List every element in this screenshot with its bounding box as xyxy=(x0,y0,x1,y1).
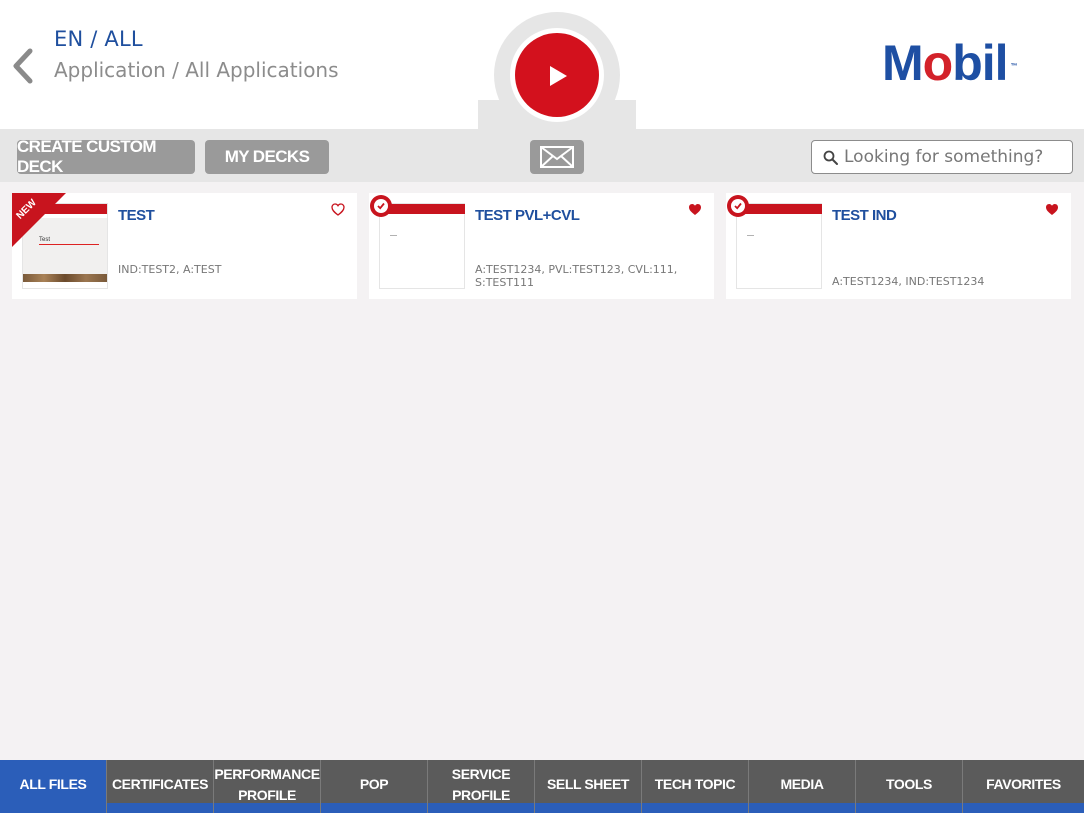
check-icon xyxy=(734,202,742,210)
card-title: TEST PVL+CVL xyxy=(475,207,580,224)
file-card[interactable]: Test NEW TEST IND:TEST2, A:TEST xyxy=(12,193,357,299)
tab-favorites[interactable]: FAVORITES xyxy=(963,760,1084,813)
favorite-toggle[interactable] xyxy=(331,203,345,221)
envelope-icon xyxy=(540,146,574,168)
create-custom-deck-button[interactable]: CREATE CUSTOM DECK xyxy=(17,137,195,176)
thumbnail-placeholder: — xyxy=(390,232,397,239)
tab-tech-topic[interactable]: TECH TOPIC xyxy=(642,760,749,813)
tab-performance-profile[interactable]: PERFORMANCE PROFILE xyxy=(214,760,321,813)
tab-tools[interactable]: TOOLS xyxy=(856,760,963,813)
file-thumbnail: — xyxy=(379,203,465,289)
category-tab-bar: ALL FILES CERTIFICATES PERFORMANCE PROFI… xyxy=(0,760,1084,813)
search-input[interactable] xyxy=(844,143,1066,171)
heart-outline-icon xyxy=(331,203,345,216)
new-ribbon: NEW xyxy=(12,193,66,247)
locale-selector[interactable]: EN / ALL xyxy=(54,27,143,51)
tab-media[interactable]: MEDIA xyxy=(749,760,856,813)
heart-filled-icon xyxy=(689,204,701,215)
check-icon xyxy=(377,202,385,210)
my-decks-button[interactable]: MY DECKS xyxy=(205,140,329,174)
card-tags: IND:TEST2, A:TEST xyxy=(118,263,222,276)
tab-all-files[interactable]: ALL FILES xyxy=(0,760,107,813)
play-button[interactable] xyxy=(510,28,604,122)
file-card[interactable]: — TEST IND A:TEST1234, IND:TEST1234 xyxy=(726,193,1071,299)
card-title: TEST IND xyxy=(832,207,897,224)
email-button[interactable] xyxy=(530,140,584,174)
card-title: TEST xyxy=(118,207,155,224)
thumbnail-wood-strip xyxy=(23,274,107,282)
breadcrumb[interactable]: Application / All Applications xyxy=(54,58,339,82)
search-box[interactable] xyxy=(811,140,1073,174)
card-tags: A:TEST1234, PVL:TEST123, CVL:111, S:TEST… xyxy=(475,263,678,289)
approved-badge xyxy=(727,195,749,217)
file-card[interactable]: — TEST PVL+CVL A:TEST1234, PVL:TEST123, … xyxy=(369,193,714,299)
search-icon xyxy=(823,150,838,165)
tab-sell-sheet[interactable]: SELL SHEET xyxy=(535,760,642,813)
tab-service-profile[interactable]: SERVICE PROFILE xyxy=(428,760,535,813)
heart-filled-icon xyxy=(1046,204,1058,215)
favorite-toggle[interactable] xyxy=(688,203,702,221)
play-icon xyxy=(550,66,567,86)
thumbnail-placeholder: — xyxy=(747,232,754,239)
tab-pop[interactable]: POP xyxy=(321,760,428,813)
back-button[interactable] xyxy=(8,46,38,86)
chevron-left-icon xyxy=(13,48,33,84)
favorite-toggle[interactable] xyxy=(1045,203,1059,221)
approved-badge xyxy=(370,195,392,217)
tab-certificates[interactable]: CERTIFICATES xyxy=(107,760,214,813)
file-thumbnail: — xyxy=(736,203,822,289)
card-tags: A:TEST1234, IND:TEST1234 xyxy=(832,275,985,288)
mobil-logo: Mobil ™ xyxy=(882,35,1018,91)
